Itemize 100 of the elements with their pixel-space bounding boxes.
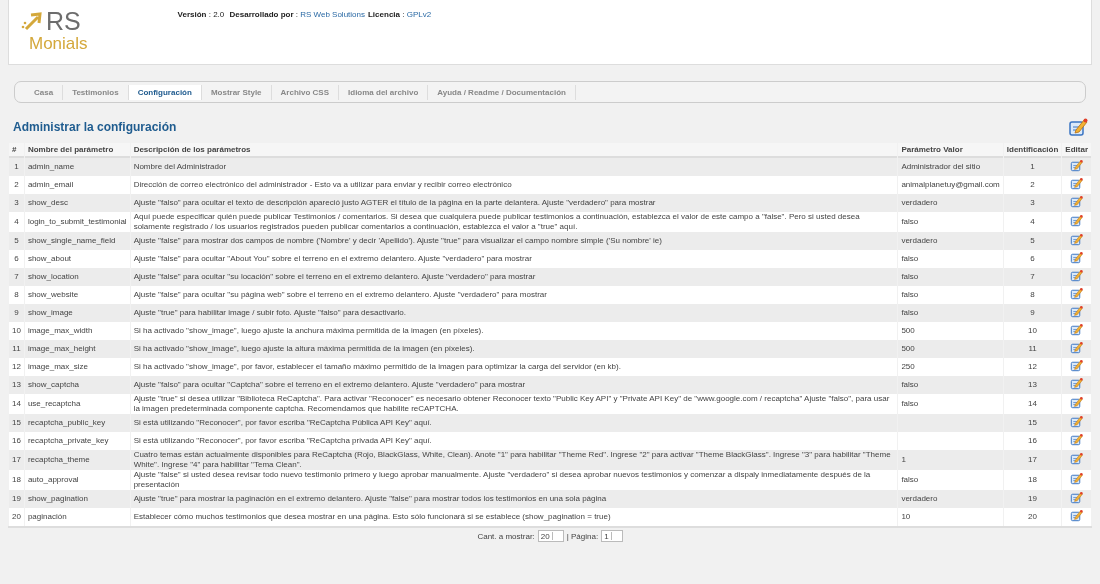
table-cell-text: login_to_submit_testimonial xyxy=(26,216,128,228)
table-cell-text: image_max_height xyxy=(26,343,97,355)
table-cell-text: Ajuste "false" para ocultar "About You" sobre el terreno en el extremo delantero. Ajuste "verdadero" para mostrar xyxy=(132,253,533,265)
table-cell-text: 7 xyxy=(13,271,20,283)
table-cell-text: recaptcha_public_key xyxy=(26,417,107,429)
edit-icon[interactable] xyxy=(1070,214,1084,227)
table-cell-text: 16 xyxy=(1027,435,1038,447)
table-cell-text: falso xyxy=(900,398,920,410)
header-link[interactable]: RS Web Solutions xyxy=(300,10,365,19)
edit-icon[interactable] xyxy=(1070,305,1084,318)
nav-tab[interactable]: Configuración xyxy=(128,84,202,100)
table-cell-text: 18 xyxy=(1027,474,1038,486)
edit-icon[interactable] xyxy=(1070,233,1084,246)
table-cell-text: falso xyxy=(900,271,920,283)
table-cell-text: show_pagination xyxy=(26,493,89,505)
table-cell-text: 16 xyxy=(11,435,22,447)
table-cell-text: image_max_size xyxy=(26,361,89,373)
table-cell-text: admin_name xyxy=(26,161,76,173)
column-header: Descripción de los parámetros xyxy=(130,143,898,158)
table-cell-text: admin_email xyxy=(26,179,75,191)
nav-tab[interactable]: Testimonios xyxy=(63,84,129,100)
edit-icon[interactable] xyxy=(1070,159,1084,172)
table-cell-text: 19 xyxy=(1027,493,1038,505)
edit-icon[interactable] xyxy=(1070,433,1084,446)
header-link[interactable]: GPLv2 xyxy=(406,10,432,19)
table-cell-text: Aquí puede especificar quién puede publicar Testimonios / comentarios. Si desea que cualquiera puede publicar testimonios a continuación, establezca el valor de este campo a "false". Pero si usted desea solamente registrado / los usuarios registrados pueden publicar comentarios a continuación, establezca el valor a "true" aquí. xyxy=(132,212,861,232)
table-cell-text: 250 xyxy=(900,361,916,373)
table-cell-text: 6 xyxy=(13,253,20,265)
table-cell-text: 2 xyxy=(1029,179,1036,191)
table-cell-text: 500 xyxy=(900,325,916,337)
edit-icon[interactable] xyxy=(1070,341,1084,354)
nav-tab[interactable]: Idioma del archivo xyxy=(339,84,429,100)
table-cell-text: recaptcha_theme xyxy=(26,454,91,466)
table-cell-text: Establecer cómo muchos testimonios que desea mostrar en una página. Esto sólo funcionará si se establece (show_pagination = true) xyxy=(132,511,612,523)
edit-icon[interactable] xyxy=(1070,323,1084,336)
logo-name: Monials xyxy=(29,34,88,54)
nav-tab[interactable]: Casa xyxy=(25,84,64,100)
table-cell-text: falso xyxy=(900,253,920,265)
table-cell-text: 15 xyxy=(1027,417,1038,429)
table-cell-text: 10 xyxy=(900,511,912,523)
table-cell-text: 1 xyxy=(900,454,907,466)
edit-icon[interactable] xyxy=(1070,287,1084,300)
edit-icon[interactable] xyxy=(1070,377,1084,390)
table-cell-text: 2 xyxy=(13,179,20,191)
edit-icon[interactable] xyxy=(1070,251,1084,264)
table-cell-text: verdadero xyxy=(900,235,939,247)
edit-icon[interactable] xyxy=(1070,396,1084,409)
nav-tab[interactable]: Mostrar Style xyxy=(201,84,272,100)
table-cell-text: Ajuste "true" para habilitar image / subir foto. Ajuste "falso" para desactivarlo. xyxy=(132,307,408,319)
table-cell-text: Si está utilizando "Reconocer", por favor escriba "ReCaptcha Pública API Key" aquí. xyxy=(132,417,433,429)
table-cell-text: Si ha activado "show_image", por favor, establecer el tamaño máximo permitido de la imagen para optimizar la carga del servidor (en kb). xyxy=(132,361,622,373)
table-cell-text: 1 xyxy=(1029,161,1036,173)
page-select[interactable]: 1 xyxy=(601,530,623,542)
table-cell-text: Ajuste "falso" para ocultar el texto de descripción apareció justo AGTER el título de la página en la parte delantera. Ajuste "verdadero" para mostrar xyxy=(132,197,657,209)
version-info: Versión : 2.0 Desarrollado por : RS Web Solutions Licencia : GPLv2 xyxy=(177,9,432,21)
table-cell-text: 8 xyxy=(1029,289,1036,301)
edit-icon[interactable] xyxy=(1068,117,1088,137)
table-cell-text: 14 xyxy=(1027,398,1038,410)
table-cell-text: show_captcha xyxy=(26,379,81,391)
table-cell-text: Dirección de correo electrónico del administrador - Esto va a utilizar para enviar y recibir correo electrónico xyxy=(132,179,513,191)
table-cell-text: Ajuste "true" si desea utilizar "Biblioteca ReCaptcha". Para activar "Reconocer" es necesario obtener Reconocer texto "Public Key API" y "Private API Key" de "www.google.com / recaptcha" Ajuste "falso", para usar la imagen predeterminada componente captcha. Recomendamos que habilite reCAPTCHA. xyxy=(132,394,891,414)
column-header: Identificación xyxy=(1003,143,1062,158)
table-cell-text: verdadero xyxy=(900,197,939,209)
table-cell-text: 13 xyxy=(1027,379,1038,391)
table-cell-text: 500 xyxy=(900,343,916,355)
per-page-select[interactable]: 20 xyxy=(537,530,564,542)
table-cell-text: 9 xyxy=(13,307,20,319)
table-cell-text: recaptcha_private_key xyxy=(26,435,110,447)
edit-icon[interactable] xyxy=(1070,472,1084,485)
edit-icon[interactable] xyxy=(1070,195,1084,208)
edit-icon[interactable] xyxy=(1070,491,1084,504)
nav-tab[interactable]: Archivo CSS xyxy=(271,84,340,100)
table-cell-text: Ajuste "false" si usted desea revisar todo nuevo testimonio primero y luego aprobar manualmente. Ajuste "verdadero" si desea aprobar nuevos testimonios y comenzar a dispaly inmediatamente después de la presentación xyxy=(132,470,872,490)
column-header: Parámetro Valor xyxy=(898,143,1003,158)
edit-icon[interactable] xyxy=(1070,509,1084,522)
table-cell-text: 7 xyxy=(1029,271,1036,283)
edit-icon[interactable] xyxy=(1070,177,1084,190)
table-cell-text: show_location xyxy=(26,271,80,283)
table-cell-text: 3 xyxy=(13,197,20,209)
nav-tab[interactable]: Ayuda / Readme / Documentación xyxy=(428,84,576,100)
edit-icon[interactable] xyxy=(1070,452,1084,465)
edit-icon[interactable] xyxy=(1070,359,1084,372)
table-cell-text: 13 xyxy=(11,379,22,391)
table-cell-text: Ajuste "false" para mostrar dos campos de nombre ('Nombre' y decir 'Apellido'). Ajuste "true" para visualizar el campo nombre simple ('Su nombre' ie) xyxy=(132,235,663,247)
table-cell-text: show_desc xyxy=(26,197,69,209)
table-cell-text: 12 xyxy=(1027,361,1038,373)
table-cell-text: Ajuste "false" para ocultar "su página web" sobre el terreno en el extremo delantero. Ajuste "verdadero" para mostrar xyxy=(132,289,548,301)
table-cell-text: 17 xyxy=(11,454,22,466)
pager-label: Cant. a mostrar: xyxy=(477,531,535,541)
table-cell-text: 10 xyxy=(1027,325,1038,337)
table-cell-text: falso xyxy=(900,474,920,486)
table-cell-text: image_max_width xyxy=(26,325,94,337)
table-cell-text: 19 xyxy=(11,493,22,505)
edit-icon[interactable] xyxy=(1070,269,1084,282)
table-cell-text: show_about xyxy=(26,253,73,265)
table-cell-text: Ajuste "falso" para ocultar "Captcha" sobre el terreno en el extremo delantero. Ajuste "verdadero" para mostrar xyxy=(132,379,527,391)
table-cell-text: 9 xyxy=(1029,307,1036,319)
table-cell-text: Nombre del Administrador xyxy=(132,161,228,173)
edit-icon[interactable] xyxy=(1070,415,1084,428)
table-cell-text: show_single_name_field xyxy=(26,235,117,247)
